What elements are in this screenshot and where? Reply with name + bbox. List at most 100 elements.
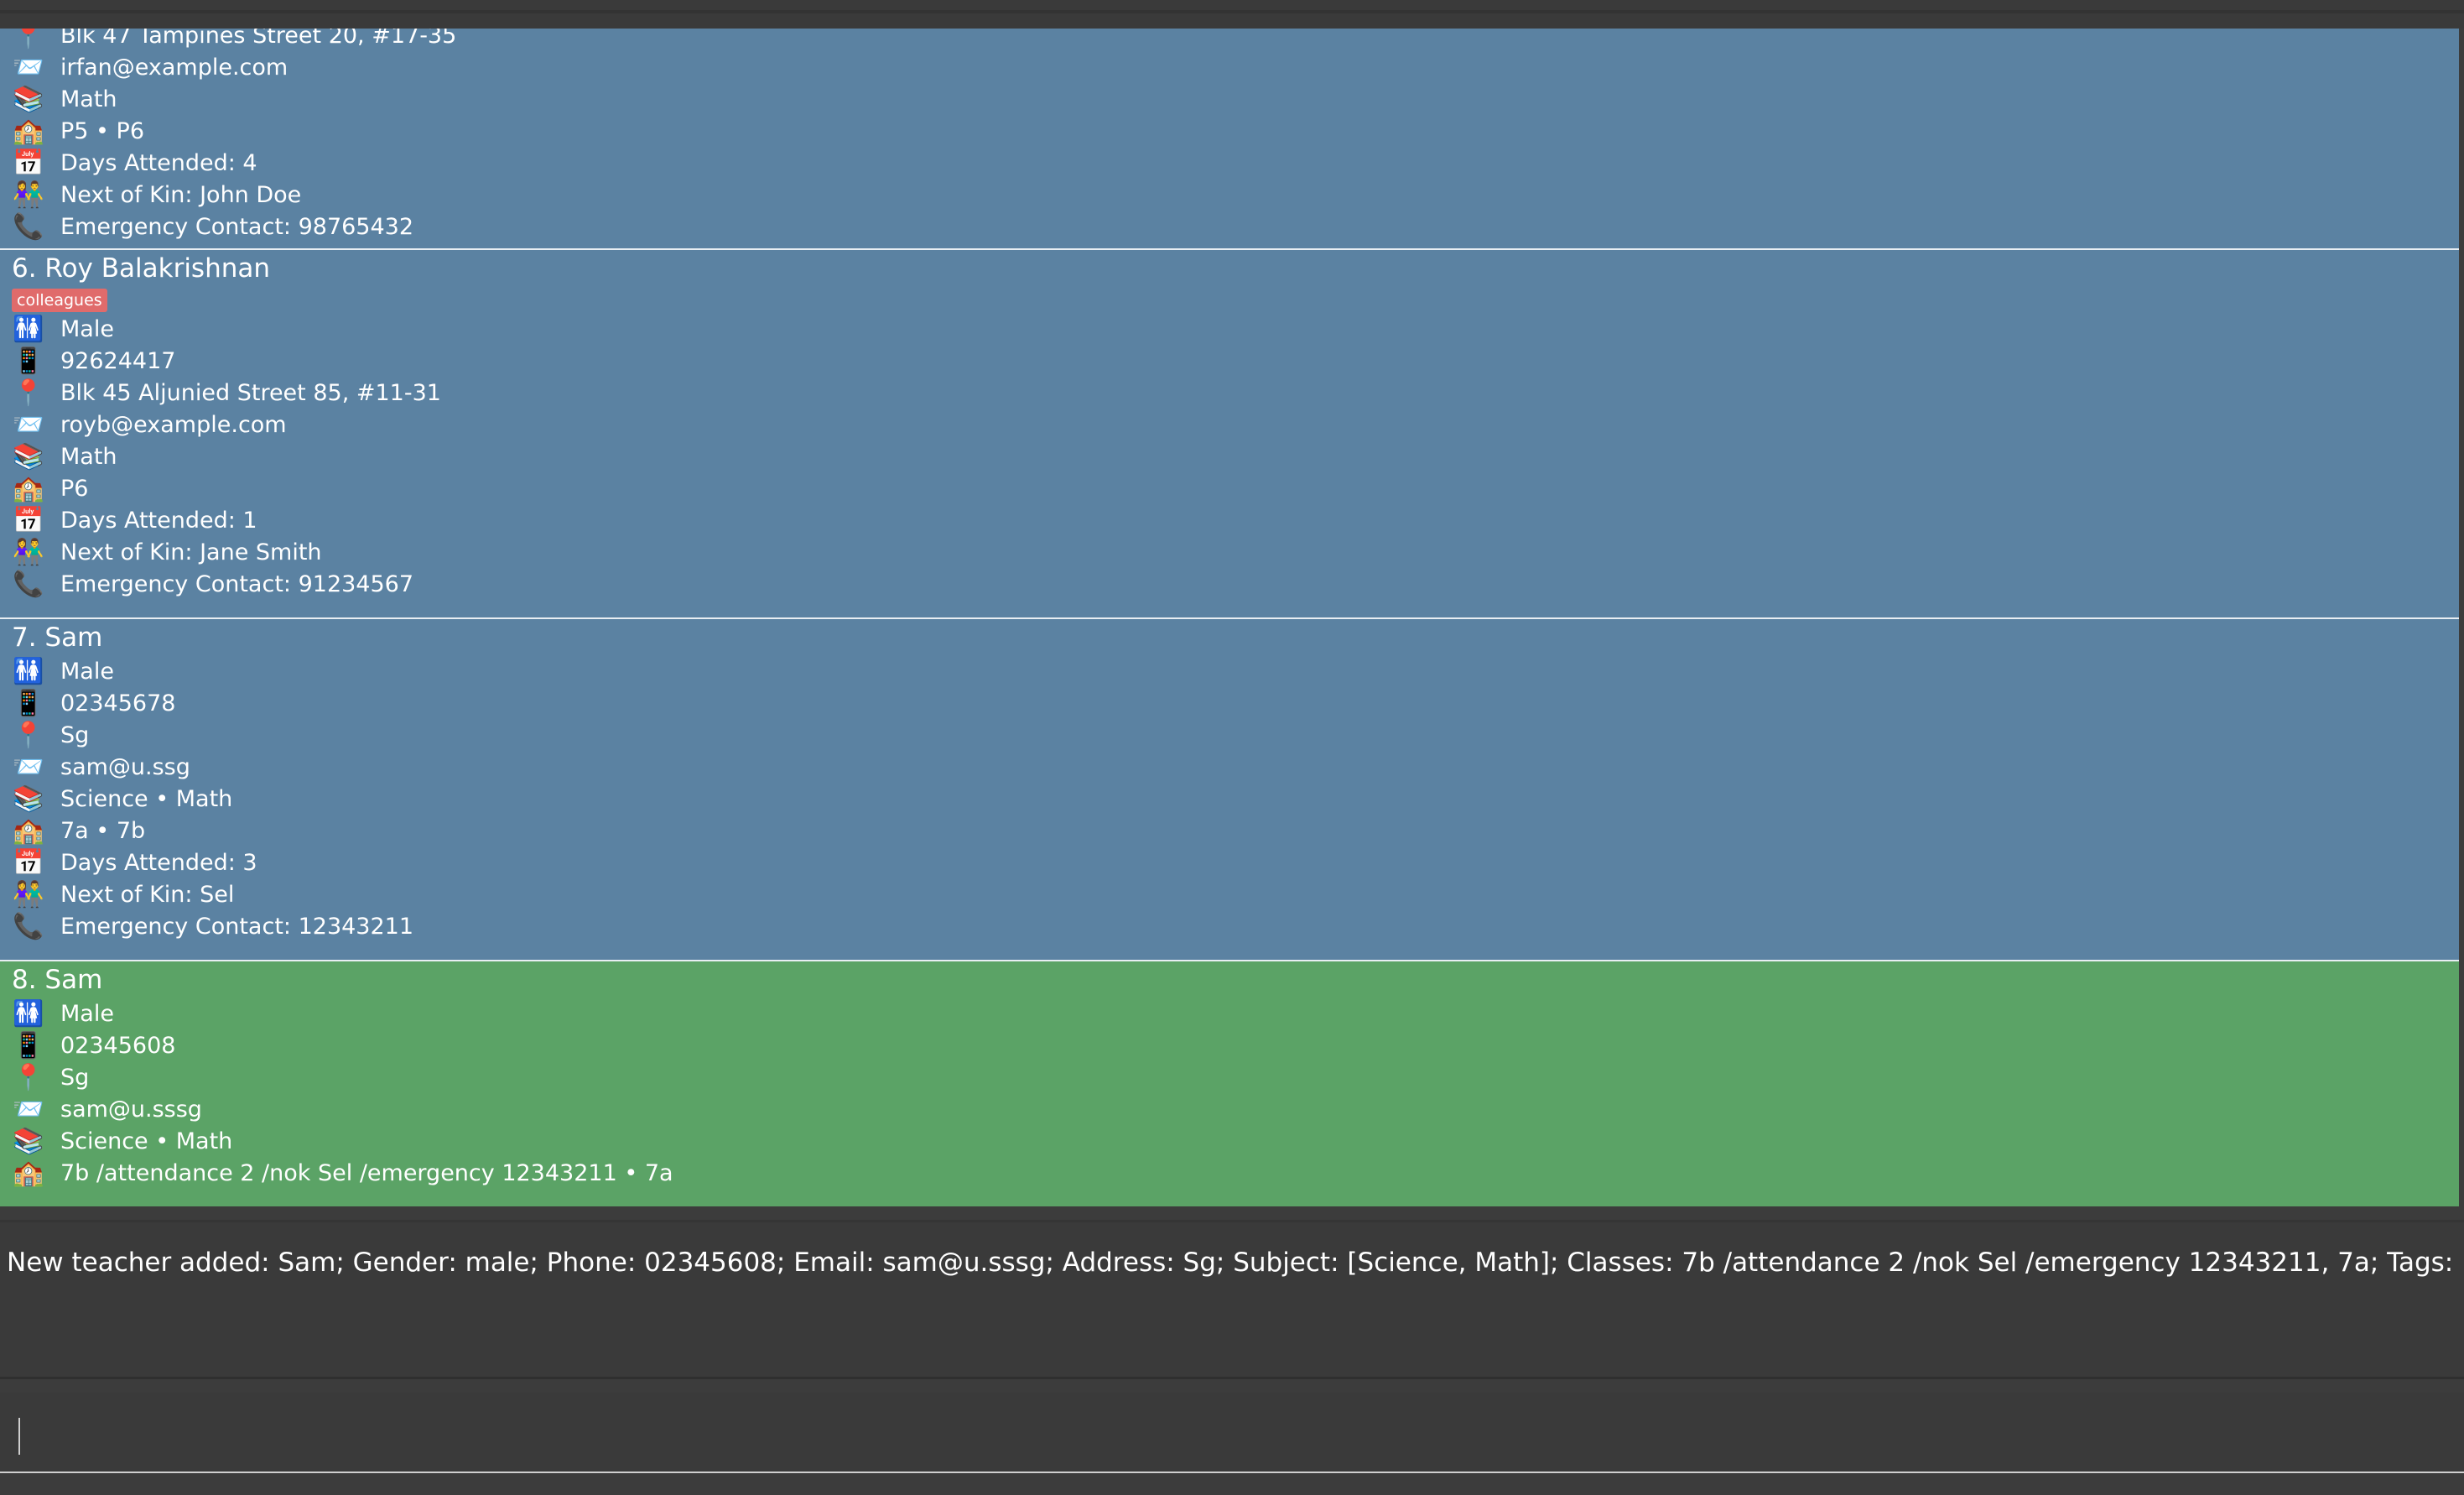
person-name: 7. Sam: [12, 622, 103, 653]
phone-text: 92624417: [60, 348, 176, 374]
subjects-row: 📚 Science • Math: [12, 1126, 2459, 1158]
classes-text: P5 • P6: [60, 118, 145, 144]
location-pin-icon: 📍: [13, 1063, 44, 1092]
emergency-row: 📞 Emergency Contact: 98765432: [12, 211, 2459, 243]
envelope-icon: 📨: [13, 753, 44, 782]
books-icon: 📚: [13, 784, 44, 814]
address-row: 📍 Blk 47 Tampines Street 20, #17-35: [12, 29, 2459, 52]
menu-bar-divider: [0, 10, 2464, 13]
gender-row: 🚻 Male: [12, 314, 2459, 346]
emergency-row: 📞 Emergency Contact: 91234567: [12, 569, 2459, 601]
calendar-icon: 📅: [13, 148, 44, 178]
phone-receiver-icon: 📞: [13, 912, 44, 941]
phone-receiver-icon: 📞: [13, 570, 44, 599]
list-scrollbar[interactable]: [2459, 29, 2464, 1206]
nok-text: Next of Kin: John Doe: [60, 182, 302, 208]
people-icon: 👫: [13, 538, 44, 567]
address-row: 📍 Sg: [12, 720, 2459, 752]
address-text: Sg: [60, 722, 90, 748]
email-text: irfan@example.com: [60, 55, 289, 81]
subjects-text: Math: [60, 444, 117, 470]
restroom-icon: 🚻: [13, 657, 44, 686]
gender-row: 🚻 Male: [12, 656, 2459, 688]
subjects-row: 📚 Science • Math: [12, 784, 2459, 815]
person-list[interactable]: 📍 Blk 47 Tampines Street 20, #17-35 📨 irfa…: [0, 29, 2459, 1206]
phone-row: 📱 02345678: [12, 688, 2459, 720]
address-text: Sg: [60, 1065, 90, 1091]
phone-row: 📱 92624417: [12, 346, 2459, 378]
text-caret: [18, 1418, 20, 1455]
classes-row: 🏫 7a • 7b: [12, 815, 2459, 847]
location-pin-icon: 📍: [13, 721, 44, 750]
gender-text: Male: [60, 316, 114, 342]
person-name: 8. Sam: [12, 965, 103, 995]
email-row: 📨 sam@u.sssg: [12, 1094, 2459, 1126]
email-text: royb@example.com: [60, 412, 287, 438]
phone-text: 02345678: [60, 690, 176, 716]
subjects-row: 📚 Math: [12, 441, 2459, 473]
command-input[interactable]: [8, 1409, 2452, 1461]
school-icon: 🏫: [13, 816, 44, 846]
restroom-icon: 🚻: [13, 999, 44, 1029]
people-icon: 👫: [13, 180, 44, 210]
envelope-icon: 📨: [13, 1095, 44, 1124]
subjects-text: Math: [60, 86, 117, 112]
person-card-selected[interactable]: 8. Sam 🚻 Male 📱 02345608 📍 Sg 📨 sam@u.sssg 📚…: [0, 961, 2459, 1206]
command-box[interactable]: [0, 1393, 2464, 1473]
calendar-icon: 📅: [13, 506, 44, 535]
person-card[interactable]: 6. Roy Balakrishnan colleagues 🚻 Male 📱 92…: [0, 250, 2459, 619]
gender-row: 🚻 Male: [12, 998, 2459, 1030]
person-card[interactable]: 📍 Blk 47 Tampines Street 20, #17-35 📨 irfa…: [0, 29, 2459, 250]
result-message: New teacher added: Sam; Gender: male; Ph…: [7, 1248, 2454, 1278]
attendance-text: Days Attended: 1: [60, 508, 257, 534]
emergency-text: Emergency Contact: 91234567: [60, 571, 414, 597]
school-icon: 🏫: [13, 474, 44, 503]
envelope-icon: 📨: [13, 410, 44, 440]
menu-bar: [0, 0, 2464, 29]
restroom-icon: 🚻: [13, 315, 44, 344]
mobile-phone-icon: 📱: [13, 689, 44, 718]
books-icon: 📚: [13, 442, 44, 471]
mobile-phone-icon: 📱: [13, 346, 44, 376]
attendance-row: 📅 Days Attended: 1: [12, 505, 2459, 537]
classes-text: 7b /attendance 2 /nok Sel /emergency 123…: [60, 1160, 673, 1186]
person-card[interactable]: 7. Sam 🚻 Male 📱 02345678 📍 Sg 📨 sam@u.ssg 📚 S…: [0, 619, 2459, 961]
email-row: 📨 irfan@example.com: [12, 52, 2459, 84]
emergency-text: Emergency Contact: 98765432: [60, 214, 414, 240]
nok-row: 👫 Next of Kin: John Doe: [12, 180, 2459, 211]
address-row: 📍 Blk 45 Aljunied Street 85, #11-31: [12, 378, 2459, 409]
people-icon: 👫: [13, 880, 44, 909]
tag-badge: colleagues: [12, 289, 107, 312]
calendar-icon: 📅: [13, 848, 44, 878]
email-row: 📨 sam@u.ssg: [12, 752, 2459, 784]
classes-text: 7a • 7b: [60, 818, 146, 844]
emergency-row: 📞 Emergency Contact: 12343211: [12, 911, 2459, 943]
books-icon: 📚: [13, 1127, 44, 1156]
person-name: 6. Roy Balakrishnan: [12, 253, 271, 284]
school-icon: 🏫: [13, 117, 44, 146]
mobile-phone-icon: 📱: [13, 1031, 44, 1060]
email-row: 📨 royb@example.com: [12, 409, 2459, 441]
address-text: Blk 45 Aljunied Street 85, #11-31: [60, 380, 441, 406]
phone-receiver-icon: 📞: [13, 212, 44, 242]
email-text: sam@u.sssg: [60, 1097, 202, 1123]
address-text: Blk 47 Tampines Street 20, #17-35: [60, 29, 457, 49]
nok-text: Next of Kin: Jane Smith: [60, 539, 322, 565]
subjects-text: Science • Math: [60, 1128, 233, 1154]
address-row: 📍 Sg: [12, 1062, 2459, 1094]
classes-row: 🏫 P5 • P6: [12, 116, 2459, 148]
subjects-text: Science • Math: [60, 786, 233, 812]
emergency-text: Emergency Contact: 12343211: [60, 914, 414, 940]
envelope-icon: 📨: [13, 53, 44, 82]
email-text: sam@u.ssg: [60, 754, 190, 780]
nok-row: 👫 Next of Kin: Sel: [12, 879, 2459, 911]
attendance-text: Days Attended: 4: [60, 150, 257, 176]
location-pin-icon: 📍: [13, 29, 44, 50]
classes-row: 🏫 7b /attendance 2 /nok Sel /emergency 12…: [12, 1158, 2459, 1190]
gender-text: Male: [60, 659, 114, 685]
attendance-row: 📅 Days Attended: 3: [12, 847, 2459, 879]
school-icon: 🏫: [13, 1159, 44, 1188]
nok-row: 👫 Next of Kin: Jane Smith: [12, 537, 2459, 569]
classes-row: 🏫 P6: [12, 473, 2459, 505]
classes-text: P6: [60, 476, 89, 502]
